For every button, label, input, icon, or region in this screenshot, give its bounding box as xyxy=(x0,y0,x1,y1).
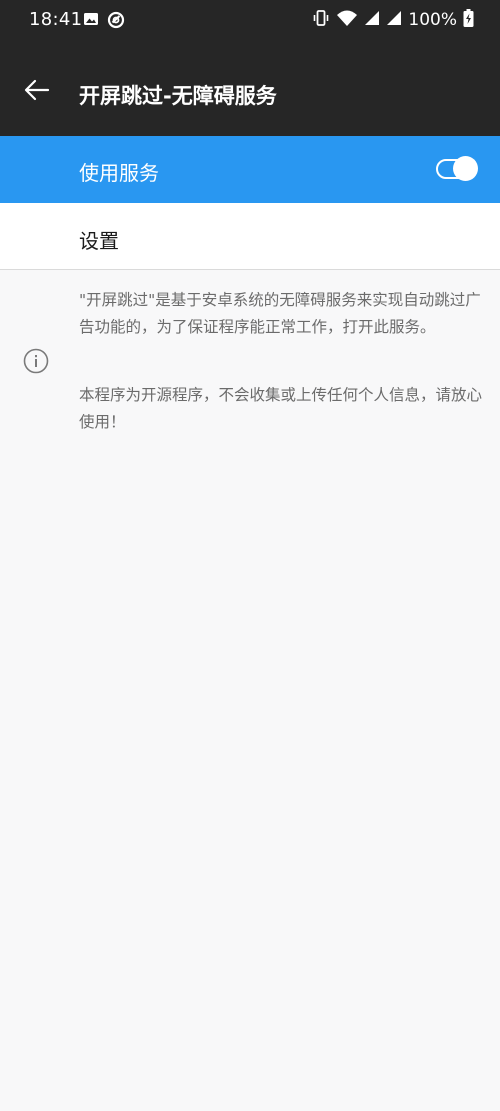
wifi-icon xyxy=(336,9,358,31)
vibrate-icon xyxy=(312,9,330,31)
status-time: 18:41 xyxy=(29,9,83,30)
service-toggle[interactable] xyxy=(436,156,478,182)
toggle-thumb xyxy=(453,156,478,181)
status-right-icons: 100% xyxy=(312,9,474,31)
divider xyxy=(0,269,500,270)
use-service-label: 使用服务 xyxy=(79,161,159,185)
app-bar: 开屏跳过-无障碍服务 xyxy=(0,42,500,136)
info-icon xyxy=(23,348,49,374)
signal-icon xyxy=(364,10,380,30)
image-icon xyxy=(83,11,99,33)
info-paragraph-1: "开屏跳过"是基于安卓系统的无障碍服务来实现自动跳过广告功能的，为了保证程序能正… xyxy=(79,291,481,336)
battery-percentage: 100% xyxy=(408,10,457,30)
page-title: 开屏跳过-无障碍服务 xyxy=(79,84,277,108)
use-service-row[interactable]: 使用服务 xyxy=(0,136,500,203)
back-button[interactable] xyxy=(16,74,58,106)
status-left-icons xyxy=(83,11,125,33)
status-bar: 18:41 100% xyxy=(0,0,500,42)
signal-icon xyxy=(386,10,402,30)
settings-row[interactable]: 设置 xyxy=(0,203,500,270)
arrow-left-icon xyxy=(24,79,50,101)
settings-label: 设置 xyxy=(79,229,119,253)
info-paragraph-2: 本程序为开源程序，不会收集或上传任何个人信息，请放心使用！ xyxy=(79,386,483,431)
battery-charging-icon xyxy=(463,9,474,31)
no-disturb-icon xyxy=(107,11,125,33)
